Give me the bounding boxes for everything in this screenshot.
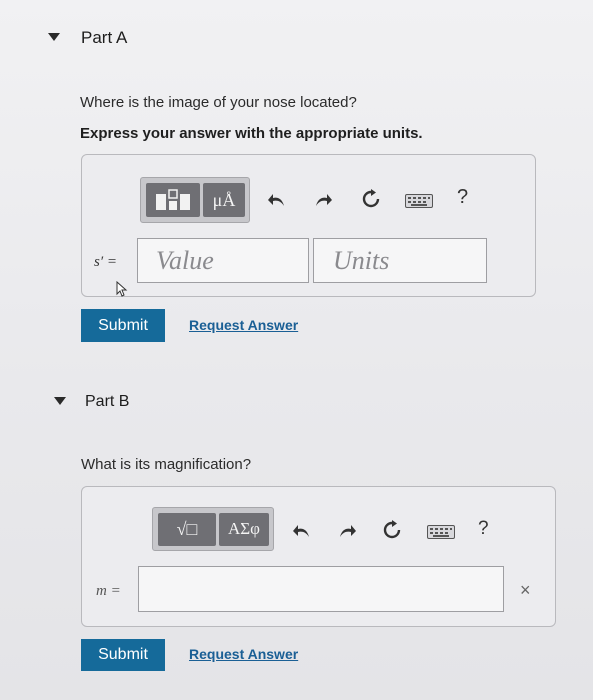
part-b-answer-panel: √□ ΑΣφ ? m = × [81,486,556,627]
part-b-title[interactable]: Part B [85,393,129,411]
part-a-request-answer-link[interactable]: Request Answer [189,317,298,333]
part-b-submit-button[interactable]: Submit [81,639,165,671]
part-b-template-toolbar: √□ ΑΣφ [152,507,274,551]
help-icon[interactable]: ? [478,518,489,540]
part-a-answer-panel: μÅ ? s′ = Value Units [81,154,536,297]
cursor-icon [116,280,128,302]
undo-icon[interactable] [291,520,313,542]
value-placeholder: Value [156,245,214,275]
part-b-question: What is its magnification? [81,456,252,473]
units-button[interactable]: μÅ [203,183,245,217]
units-input[interactable]: Units [313,238,487,283]
clear-icon[interactable]: × [520,580,531,601]
units-placeholder: Units [333,245,390,275]
radical-template-button[interactable]: √□ [158,512,216,546]
part-a-submit-button[interactable]: Submit [81,309,165,342]
templates-button[interactable] [146,183,200,217]
part-a-variable-label: s′ = [94,254,117,270]
part-a-title[interactable]: Part A [81,28,127,48]
undo-icon[interactable] [266,189,288,211]
fraction-template-icon [156,189,190,210]
part-b-request-answer-link[interactable]: Request Answer [189,646,298,662]
greek-symbols-button[interactable]: ΑΣφ [219,512,269,546]
greek-symbol: ΑΣφ [228,519,260,538]
keyboard-icon[interactable] [426,524,456,540]
reset-icon[interactable] [359,187,383,211]
part-a-question: Where is the image of your nose located? [80,94,357,111]
part-a-collapse-icon[interactable] [48,33,60,41]
units-symbol: μÅ [212,189,236,210]
part-b-variable-label: m = [96,583,121,599]
redo-icon[interactable] [312,189,334,211]
radical-symbol: √□ [176,518,198,539]
keyboard-icon[interactable] [404,193,434,209]
redo-icon[interactable] [336,520,358,542]
part-a-template-toolbar: μÅ [140,177,250,223]
reset-icon[interactable] [380,518,404,542]
part-a-instruction: Express your answer with the appropriate… [80,125,423,142]
magnification-input[interactable] [138,566,504,612]
part-b-collapse-icon[interactable] [54,397,66,405]
value-input[interactable]: Value [137,238,309,283]
help-icon[interactable]: ? [457,186,468,209]
